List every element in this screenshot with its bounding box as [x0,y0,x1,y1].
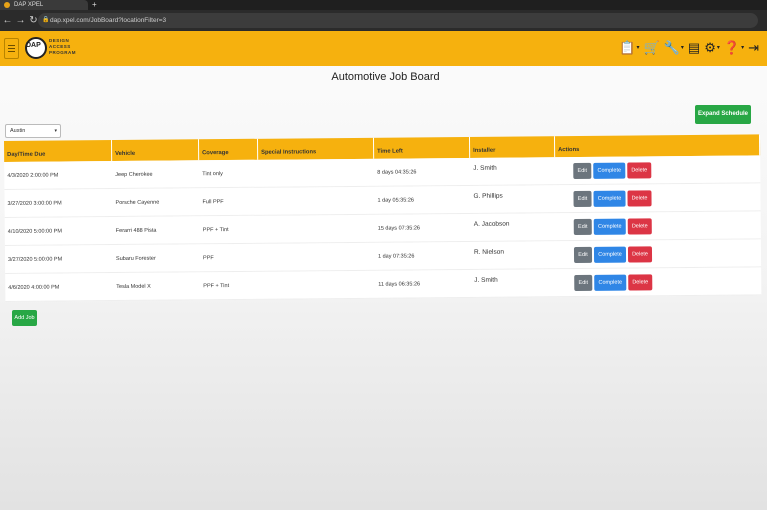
complete-button[interactable]: Complete [593,246,627,263]
browser-toolbar: ← → ↻ 🔒 dap.xpel.com/JobBoard?locationFi… [0,10,767,31]
complete-button[interactable]: Complete [593,218,626,235]
edit-button[interactable]: Edit [573,218,592,235]
logo-wordmark: DESIGN ACCESS PROGRAM [49,38,76,56]
hamburger-menu-button[interactable] [4,38,19,59]
page-title: Automotive Job Board [331,71,440,83]
browser-tab-strip: DAP XPEL + [0,0,767,10]
help-icon[interactable]: ❓ ▾ [724,41,744,55]
actions-cell: Edit Complete Delete [556,245,761,263]
logo-line-program: PROGRAM [49,50,76,55]
time-left-cell: 15 days 07:35:26 [377,224,421,232]
instructions-cell [258,172,374,173]
delete-button[interactable]: Delete [627,189,652,207]
url-text: dap.xpel.com/JobBoard?locationFilter=3 [50,17,167,24]
column-header-coverage[interactable]: Coverage [198,138,259,161]
expand-schedule-button[interactable]: Expand Schedule [695,105,751,124]
column-header-instructions[interactable]: Special Instructions [257,137,375,160]
vehicle-cell: Porsche Cayenne [115,199,160,206]
edit-button[interactable]: Edit [573,246,593,263]
installer-cell: R. Nielson [473,248,505,256]
gear-icon[interactable]: ⚙ ▾ [704,41,720,55]
tab-title: DAP XPEL [14,2,44,8]
delete-button[interactable]: Delete [627,217,652,235]
column-header-time-left[interactable]: Time Left [373,136,471,159]
app-header: DAP DESIGN ACCESS PROGRAM 📋 ▾ 🛒 🔧 ▾ ▤ ⚙ ▾ ❓… [0,31,767,66]
location-filter-select[interactable]: Austin ▾ [5,124,61,138]
edit-button[interactable]: Edit [573,162,592,179]
due-cell: 4/3/2020 2:00:00 PM [7,172,59,179]
column-header-actions: Actions [554,134,761,158]
logout-icon[interactable]: ⇥ [748,41,759,55]
installer-cell: J. Smith [473,164,497,172]
document-icon[interactable]: ▤ [688,41,700,55]
job-table: Day/Time Due Vehicle Coverage Special In… [4,134,762,302]
vehicle-cell: Jeep Cherokee [115,171,153,178]
edit-button[interactable]: Edit [574,274,593,291]
table-body: 4/3/2020 2:00:00 PM Jeep Cherokee Tint onl… [4,155,762,302]
actions-cell: Edit Complete Delete [556,273,761,291]
instructions-cell [259,200,375,201]
complete-button[interactable]: Complete [593,190,626,207]
complete-button[interactable]: Complete [593,162,626,179]
clipboard-icon[interactable]: 📋 ▾ [619,41,639,55]
dap-logo[interactable]: DAP DESIGN ACCESS PROGRAM [25,36,77,60]
complete-button[interactable]: Complete [594,274,627,291]
due-cell: 4/6/2020 4:00:00 PM [8,284,60,291]
logo-mark: DAP [26,42,41,49]
actions-cell: Edit Complete Delete [555,161,760,179]
time-left-cell: 8 days 04:35:26 [377,168,417,176]
installer-cell: A. Jacobson [473,220,510,228]
vehicle-cell: Subaru Forester [116,255,156,262]
edit-button[interactable]: Edit [573,190,592,207]
delete-button[interactable]: Delete [627,245,653,263]
cart-icon[interactable]: 🛒 [644,41,660,55]
header-toolbar: 📋 ▾ 🛒 🔧 ▾ ▤ ⚙ ▾ ❓ ▾ ⇥ [619,41,759,55]
column-header-due[interactable]: Day/Time Due [4,140,113,162]
actions-cell: Edit Complete Delete [555,189,760,207]
favicon-icon [4,2,10,8]
vehicle-cell: Tesla Model X [116,283,151,290]
browser-tab[interactable]: DAP XPEL [0,0,88,10]
new-tab-button[interactable]: + [92,1,100,9]
due-cell: 3/27/2020 5:00:00 PM [8,255,63,263]
back-icon[interactable]: ← [2,15,13,26]
time-left-cell: 1 day 05:35:26 [377,196,414,204]
coverage-cell: PPF [203,254,214,261]
wrench-icon[interactable]: 🔧 ▾ [664,41,684,55]
coverage-cell: PPF + Tint [203,282,230,289]
time-left-cell: 1 day 07:35:26 [377,252,415,260]
address-bar[interactable]: 🔒 dap.xpel.com/JobBoard?locationFilter=3 [38,13,758,28]
delete-button[interactable]: Delete [628,273,653,291]
forward-icon[interactable]: → [15,15,26,26]
instructions-cell [259,284,375,285]
coverage-cell: Tint only [202,170,223,177]
installer-cell: G. Phillips [473,192,503,200]
due-cell: 4/10/2020 5:00:00 PM [7,227,62,235]
column-header-installer[interactable]: Installer [469,136,556,158]
coverage-cell: PPF + Tint [202,226,229,233]
delete-button[interactable]: Delete [627,161,652,179]
column-header-vehicle[interactable]: Vehicle [111,139,200,162]
add-job-button[interactable]: Add Job [12,310,37,326]
installer-cell: J. Smith [474,276,498,284]
instructions-cell [259,228,375,229]
chevron-down-icon: ▾ [54,128,57,134]
actions-cell: Edit Complete Delete [556,217,761,235]
location-selected-value: Austin [10,128,26,134]
due-cell: 3/27/2020 3:00:00 PM [7,199,62,207]
lock-icon: 🔒 [42,17,50,23]
table-row: 4/6/2020 4:00:00 PM Tesla Model X PPF + Ti… [5,267,762,302]
vehicle-cell: Ferarri 488 Pista [115,227,157,234]
time-left-cell: 11 days 06:35:26 [378,280,421,288]
coverage-cell: Full PPF [202,198,224,205]
instructions-cell [259,256,375,257]
